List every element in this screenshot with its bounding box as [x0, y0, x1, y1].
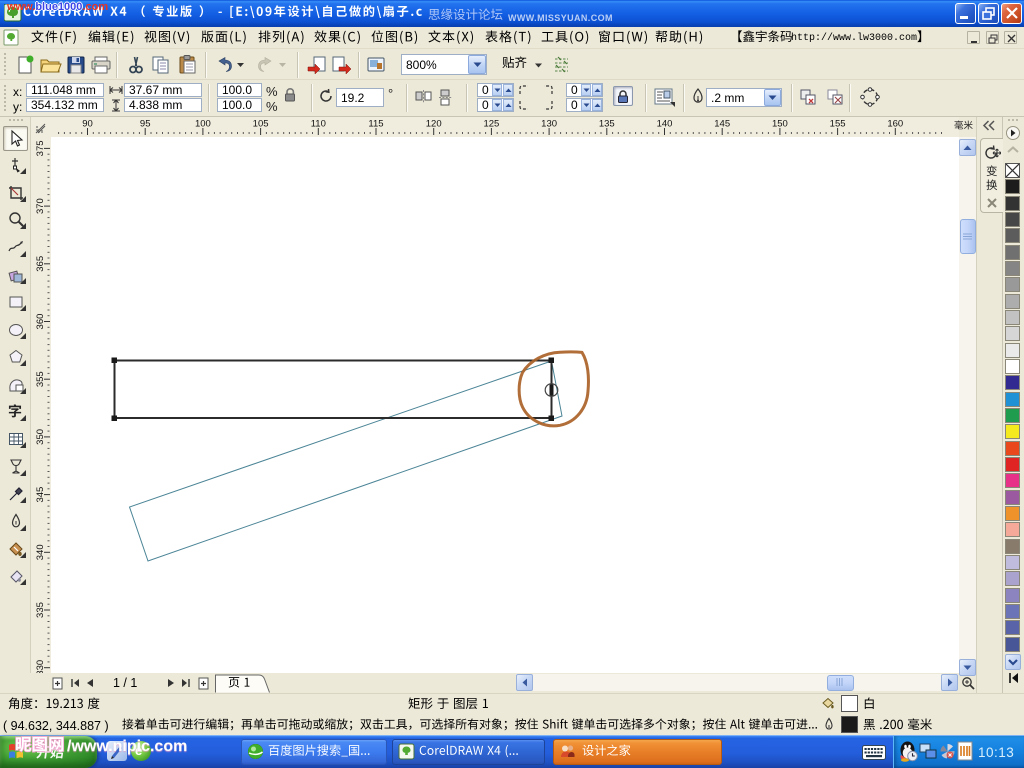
svg-text:95: 95	[140, 119, 151, 130]
svg-text:105: 105	[253, 119, 269, 130]
svg-text:140: 140	[657, 119, 673, 130]
svg-text:135: 135	[599, 119, 615, 130]
svg-text:110: 110	[311, 119, 326, 130]
svg-text:160: 160	[887, 119, 903, 130]
svg-text:100: 100	[195, 119, 211, 130]
svg-text:355: 355	[35, 371, 46, 387]
svg-text:365: 365	[35, 256, 46, 272]
svg-text:90: 90	[82, 119, 93, 130]
svg-text:155: 155	[830, 119, 846, 130]
svg-text:330: 330	[35, 660, 46, 673]
svg-text:335: 335	[35, 602, 46, 618]
svg-text:370: 370	[35, 198, 46, 214]
svg-text:125: 125	[483, 119, 499, 130]
svg-text:360: 360	[35, 314, 46, 330]
svg-text:150: 150	[772, 119, 788, 130]
svg-text:350: 350	[35, 429, 46, 445]
svg-text:130: 130	[541, 119, 557, 130]
svg-text:120: 120	[426, 119, 442, 130]
svg-text:145: 145	[714, 119, 730, 130]
svg-text:340: 340	[35, 544, 46, 560]
svg-text:375: 375	[35, 140, 46, 156]
svg-text:345: 345	[35, 487, 46, 503]
svg-text:115: 115	[368, 119, 383, 130]
